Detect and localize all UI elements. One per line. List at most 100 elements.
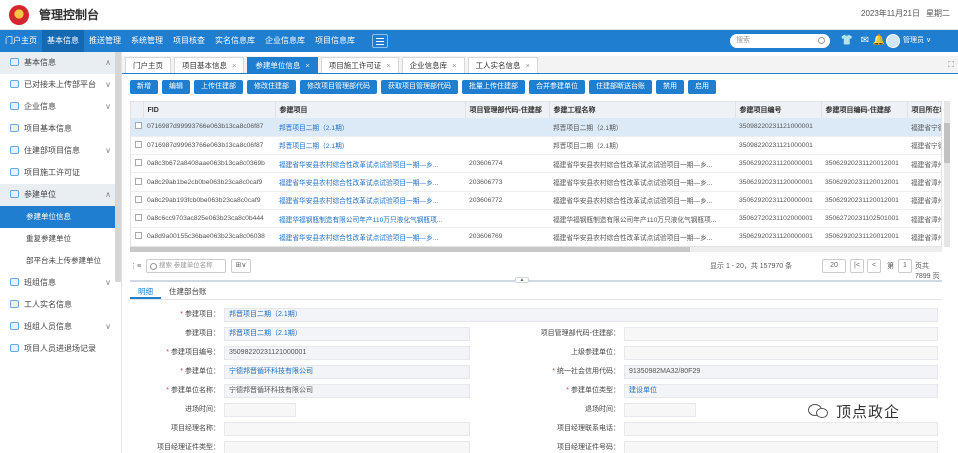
sidebar-item-0[interactable]: 基本信息 ∧: [0, 52, 121, 74]
field-value-10[interactable]: [624, 403, 696, 417]
toolbar-button-7[interactable]: 合并参建单位: [529, 80, 585, 94]
toolbar-button-0[interactable]: 新增: [130, 80, 158, 94]
row-checkbox[interactable]: [135, 195, 142, 203]
checkbox-cell[interactable]: [131, 136, 143, 156]
grid-vertical-scrollbar[interactable]: [944, 101, 950, 247]
table-cell[interactable]: 福建省华安县农村综合性改革试点试验项目一期—乡...: [275, 154, 465, 174]
grid-horizontal-scroll-thumb[interactable]: [130, 247, 690, 252]
tab-0[interactable]: 门户主页: [125, 57, 171, 73]
tab-5[interactable]: 工人实名信息 ×: [467, 57, 538, 73]
sidebar-item-4[interactable]: 住建部项目信息 ∨: [0, 140, 121, 162]
field-value-13[interactable]: [224, 441, 470, 453]
row-checkbox[interactable]: [135, 122, 142, 130]
column-header[interactable]: 参建项目: [275, 102, 466, 118]
detail-tab-0[interactable]: 明细: [130, 284, 161, 299]
user-menu[interactable]: 管理员 ∨: [903, 30, 931, 52]
nav-item-3[interactable]: 系统管理: [126, 30, 168, 52]
sidebar-item-13[interactable]: 项目人员进退场记录: [0, 338, 121, 360]
page-number-input[interactable]: 1: [898, 259, 912, 273]
toolbar-button-10[interactable]: 启用: [688, 80, 716, 94]
field-value-3[interactable]: 350982202311210000​01: [224, 346, 470, 360]
chevron-icon[interactable]: ∧: [105, 184, 111, 206]
sidebar-item-9[interactable]: 部平台未上传参建单位: [0, 250, 121, 272]
nav-item-6[interactable]: 企业信息库: [260, 30, 310, 52]
sidebar-item-6[interactable]: 参建单位 ∧: [0, 184, 121, 206]
prev-page-button[interactable]: <: [867, 259, 881, 273]
nav-item-4[interactable]: 项目核查: [168, 30, 210, 52]
row-checkbox[interactable]: [135, 214, 142, 222]
field-value-8[interactable]: 建设单位: [624, 384, 938, 398]
sidebar-item-10[interactable]: 班组信息 ∨: [0, 272, 121, 294]
table-row[interactable]: 0a8c29ab193fcb0be063b23ca8c0caf9 福建省华安县农村…: [131, 191, 941, 210]
toolbar-button-6[interactable]: 批量上传住建部: [462, 80, 525, 94]
grid-horizontal-scrollbar[interactable]: [130, 247, 942, 252]
chevron-icon[interactable]: ∨: [105, 272, 111, 294]
split-divider[interactable]: ▲: [130, 277, 942, 283]
field-value-12[interactable]: [624, 422, 938, 436]
toolbar-button-2[interactable]: 上传住建部: [194, 80, 243, 94]
first-page-button[interactable]: |<: [850, 259, 864, 273]
page-size-select[interactable]: 20: [822, 259, 846, 273]
column-chooser-button[interactable]: ⊞∨: [231, 259, 251, 273]
table-cell[interactable]: 邦晋项目二期（2.1期）: [275, 136, 465, 156]
field-value-1[interactable]: 邦晋项目二期（2.1期）: [224, 327, 470, 341]
checkbox-cell[interactable]: [131, 118, 143, 137]
menu-toggle-button[interactable]: [372, 34, 388, 48]
grid-options-icon[interactable]: ⋮≡: [130, 262, 142, 270]
fullscreen-icon[interactable]: ⛶: [948, 60, 954, 70]
row-checkbox[interactable]: [135, 232, 142, 240]
avatar[interactable]: [886, 34, 900, 48]
row-checkbox[interactable]: [135, 140, 142, 148]
close-icon[interactable]: ×: [386, 61, 390, 70]
table-row[interactable]: 0716987d99993766e063b13ca8c06f87 邦晋项目二期（2…: [131, 118, 941, 137]
sidebar-item-12[interactable]: 班组人员信息 ∨: [0, 316, 121, 338]
checkbox-cell[interactable]: [131, 191, 143, 210]
chevron-icon[interactable]: ∨: [105, 74, 111, 96]
column-header[interactable]: 参建工程名称: [549, 102, 736, 118]
table-row[interactable]: 0a8c6cc9703ac825e063b23ca8c0b444 福建华福钢瓶制造…: [131, 209, 941, 229]
sidebar-item-11[interactable]: 工人实名信息: [0, 294, 121, 316]
sidebar-item-1[interactable]: 已对接未上传部平台 ∨: [0, 74, 121, 96]
field-value-5[interactable]: 宁德邦晋循环科技有限公司: [224, 365, 470, 379]
toolbar-button-1[interactable]: 编辑: [162, 80, 190, 94]
table-cell[interactable]: 福建华福钢瓶制造有限公司年产110万只液化气钢瓶项...: [275, 209, 465, 229]
nav-item-1[interactable]: 基本信息: [42, 30, 84, 52]
nav-item-2[interactable]: 推送管理: [84, 30, 126, 52]
table-cell[interactable]: 邦晋项目二期（2.1期）: [275, 118, 465, 137]
close-icon[interactable]: ×: [452, 61, 456, 70]
row-checkbox[interactable]: [135, 159, 142, 167]
close-icon[interactable]: ×: [526, 61, 530, 70]
checkbox-cell[interactable]: [131, 209, 143, 229]
sidebar-scrollbar[interactable]: [115, 52, 121, 282]
tab-4[interactable]: 企业信息库 ×: [401, 57, 465, 73]
close-icon[interactable]: ×: [305, 61, 309, 70]
table-cell[interactable]: 福建省华安县农村综合性改革试点试验项目一期—乡...: [275, 172, 465, 192]
global-search-input[interactable]: 搜索: [730, 34, 830, 48]
field-value-11[interactable]: [224, 422, 470, 436]
column-header[interactable]: 参建项目编号: [735, 102, 822, 118]
search-icon[interactable]: [818, 37, 825, 44]
table-cell[interactable]: 福建省华安县农村综合性改革试点试验项目一期—乡...: [275, 227, 465, 246]
sidebar-item-3[interactable]: 项目基本信息: [0, 118, 121, 140]
field-value-6[interactable]: 91350982MA32/80F29: [624, 365, 938, 379]
chevron-icon[interactable]: ∨: [105, 140, 111, 162]
column-header[interactable]: 参建项目编码-住建部: [821, 102, 908, 118]
nav-item-5[interactable]: 实名信息库: [210, 30, 260, 52]
sidebar-item-8[interactable]: 重复参建单位: [0, 228, 121, 250]
checkbox-cell[interactable]: [131, 172, 143, 192]
sidebar-item-2[interactable]: 企业信息 ∨: [0, 96, 121, 118]
sidebar-item-5[interactable]: 项目施工许可证: [0, 162, 121, 184]
grid-vertical-scroll-thumb[interactable]: [944, 123, 950, 163]
column-header[interactable]: 项目所在地: [907, 102, 941, 118]
table-row[interactable]: 0716987d99963766e063b13ca8c06f87 邦晋项目二期（2…: [131, 136, 941, 156]
column-header[interactable]: FID: [143, 102, 276, 118]
close-icon[interactable]: ×: [232, 61, 236, 70]
checkbox-cell[interactable]: [131, 227, 143, 246]
detail-tab-1[interactable]: 住建部台账: [161, 284, 215, 299]
toolbar-button-5[interactable]: 获取项目管理部代码: [381, 80, 458, 94]
nav-item-0[interactable]: 门户主页: [0, 30, 42, 52]
select-all-column[interactable]: [131, 102, 144, 118]
table-row[interactable]: 0a8d9a00155c36bae063b23ca8c06038 福建省华安县农村…: [131, 227, 941, 246]
field-value-4[interactable]: [624, 346, 938, 360]
nav-item-7[interactable]: 项目信息库: [310, 30, 360, 52]
